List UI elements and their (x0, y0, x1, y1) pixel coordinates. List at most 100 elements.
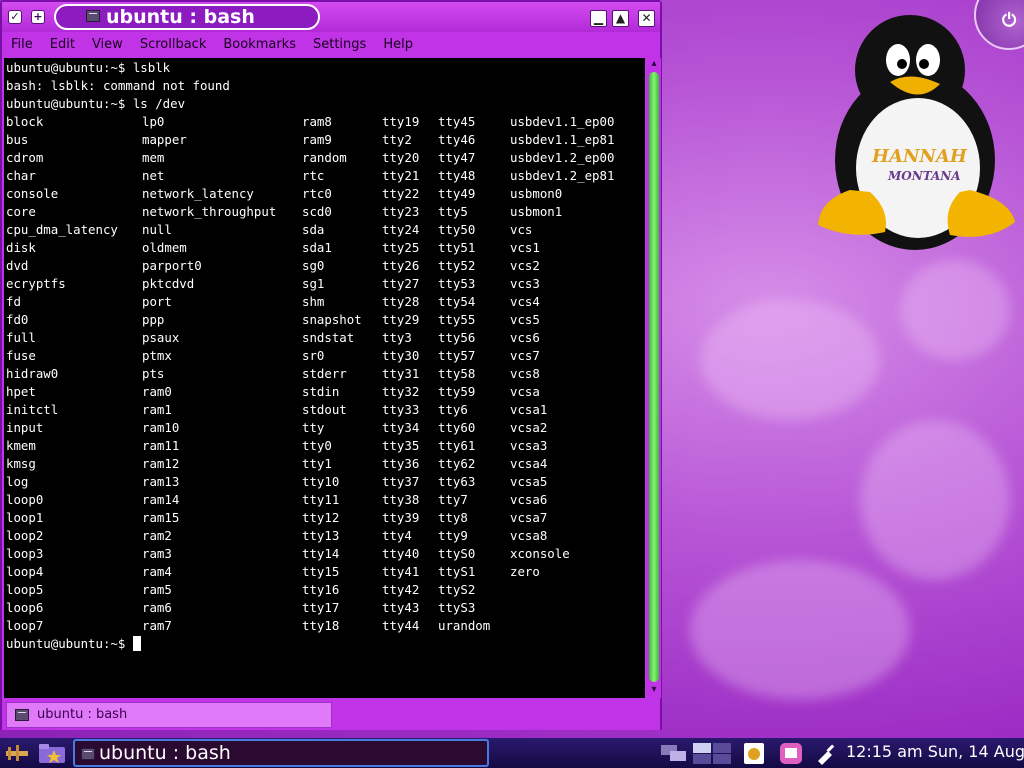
window-switcher-icon[interactable] (660, 741, 688, 765)
listing-cell: ram8 (302, 114, 332, 129)
listing-cell: vcs7 (510, 348, 540, 363)
listing-cell: tty55 (438, 312, 476, 327)
listing-row: kmem ram11 tty0 tty35 tty61 vcsa3 (6, 437, 645, 455)
listing-cell: usbdev1.1_ep81 (510, 132, 615, 147)
logo-line-1: HANNAH (871, 146, 968, 167)
menu-bookmarks[interactable]: Bookmarks (223, 37, 296, 52)
listing-cell: tty38 (382, 492, 420, 507)
listing-cell: tty11 (302, 492, 340, 507)
listing-cell: tty28 (382, 294, 420, 309)
listing-cell: vcs1 (510, 240, 540, 255)
listing-cell: ram5 (142, 582, 172, 597)
scroll-thumb[interactable] (649, 72, 659, 682)
menu-file[interactable]: File (11, 37, 33, 52)
clock-date-text: Sun, 14 Aug (927, 742, 1024, 761)
network-manager-icon[interactable] (778, 741, 804, 765)
listing-cell: ram10 (142, 420, 180, 435)
listing-row: cpu_dma_latency null sda tty24 tty50 vcs (6, 221, 645, 239)
power-plug-icon[interactable] (814, 741, 840, 765)
close-button[interactable]: ✕ (638, 10, 655, 27)
listing-cell: stderr (302, 366, 347, 381)
listing-cell: pktcdvd (142, 276, 195, 291)
listing-cell: ram9 (302, 132, 332, 147)
listing-cell: ram6 (142, 600, 172, 615)
listing-cell: vcsa5 (510, 474, 548, 489)
listing-cell: loop0 (6, 492, 44, 507)
folder-icon[interactable] (37, 741, 67, 765)
menu-help[interactable]: Help (383, 37, 413, 52)
listing-cell: ram4 (142, 564, 172, 579)
pager-icon[interactable] (692, 741, 732, 765)
terminal-prompt: ubuntu@ubuntu:~$ (6, 635, 645, 653)
listing-cell: loop3 (6, 546, 44, 561)
title-bar[interactable]: ✓ + ubuntu : bash ▁ ▲ ✕ (2, 2, 660, 32)
scroll-down-icon[interactable]: ▾ (648, 684, 660, 696)
listing-cell: mem (142, 150, 165, 165)
listing-cell: tty8 (438, 510, 468, 525)
listing-cell: sda1 (302, 240, 332, 255)
listing-cell: tty14 (302, 546, 340, 561)
listing-cell: ram2 (142, 528, 172, 543)
app-menu-icon[interactable] (4, 741, 30, 765)
listing-cell: tty4 (382, 528, 412, 543)
session-tab[interactable]: ubuntu : bash (6, 702, 332, 728)
listing-cell: scd0 (302, 204, 332, 219)
listing-cell: usbdev1.1_ep00 (510, 114, 615, 129)
listing-row: loop2 ram2 tty13 tty4 tty9 vcsa8 (6, 527, 645, 545)
taskbar-window-button[interactable]: ubuntu : bash (73, 739, 489, 767)
listing-row: char net rtc tty21 tty48 usbdev1.2_ep81 (6, 167, 645, 185)
listing-cell: tty20 (382, 150, 420, 165)
listing-cell: tty16 (302, 582, 340, 597)
listing-row: cdrom mem random tty20 tty47 usbdev1.2_ep00 (6, 149, 645, 167)
listing-cell: vcs4 (510, 294, 540, 309)
pin-button[interactable]: ✓ (8, 10, 22, 24)
menu-view[interactable]: View (92, 37, 123, 52)
terminal-icon (81, 748, 95, 760)
listing-cell: tty62 (438, 456, 476, 471)
listing-cell: vcsa7 (510, 510, 548, 525)
listing-cell: tty47 (438, 150, 476, 165)
listing-cell: tty19 (382, 114, 420, 129)
listing-row: hpet ram0 stdin tty32 tty59 vcsa (6, 383, 645, 401)
listing-cell: rtc (302, 168, 325, 183)
clock-date[interactable]: 12:15 am Sun, 14 Aug (846, 740, 1024, 764)
listing-cell: zero (510, 564, 540, 579)
listing-cell: hpet (6, 384, 36, 399)
terminal-output[interactable]: ubuntu@ubuntu:~$ lsblk bash: lsblk: comm… (4, 58, 645, 698)
listing-cell: tty2 (382, 132, 412, 147)
terminal-line: ubuntu@ubuntu:~$ lsblk (6, 60, 171, 75)
menu-edit[interactable]: Edit (50, 37, 75, 52)
clipboard-icon[interactable] (741, 741, 767, 765)
listing-cell: tty1 (302, 456, 332, 471)
listing-row: loop7 ram7 tty18 tty44 urandom (6, 617, 645, 635)
listing-cell: ttyS2 (438, 582, 476, 597)
listing-cell: vcs5 (510, 312, 540, 327)
listing-cell: net (142, 168, 165, 183)
listing-cell: mapper (142, 132, 187, 147)
listing-cell: disk (6, 240, 36, 255)
terminal-scrollbar[interactable]: ▴ ▾ (647, 58, 661, 698)
listing-cell: tty23 (382, 204, 420, 219)
listing-cell: vcs (510, 222, 533, 237)
minimize-button[interactable]: ▁ (590, 10, 607, 27)
listing-cell: ram14 (142, 492, 180, 507)
listing-cell: tty25 (382, 240, 420, 255)
terminal-icon (15, 709, 29, 721)
listing-cell: vcsa (510, 384, 540, 399)
listing-cell (510, 599, 640, 617)
listing-cell: tty44 (382, 618, 420, 633)
listing-row: full psaux sndstat tty3 tty56 vcs6 (6, 329, 645, 347)
listing-cell: tty48 (438, 168, 476, 183)
menu-settings[interactable]: Settings (313, 37, 366, 52)
maximize-button[interactable]: ▲ (612, 10, 629, 27)
session-tab-label: ubuntu : bash (37, 707, 128, 722)
listing-cell: cpu_dma_latency (6, 222, 118, 237)
listing-row: fd port shm tty28 tty54 vcs4 (6, 293, 645, 311)
listing-cell: sg0 (302, 258, 325, 273)
listing-row: loop5 ram5 tty16 tty42 ttyS2 (6, 581, 645, 599)
scroll-up-icon[interactable]: ▴ (648, 58, 660, 70)
menu-scrollback[interactable]: Scrollback (140, 37, 207, 52)
listing-cell: ppp (142, 312, 165, 327)
add-button[interactable]: + (31, 10, 45, 24)
listing-row: loop0 ram14 tty11 tty38 tty7 vcsa6 (6, 491, 645, 509)
